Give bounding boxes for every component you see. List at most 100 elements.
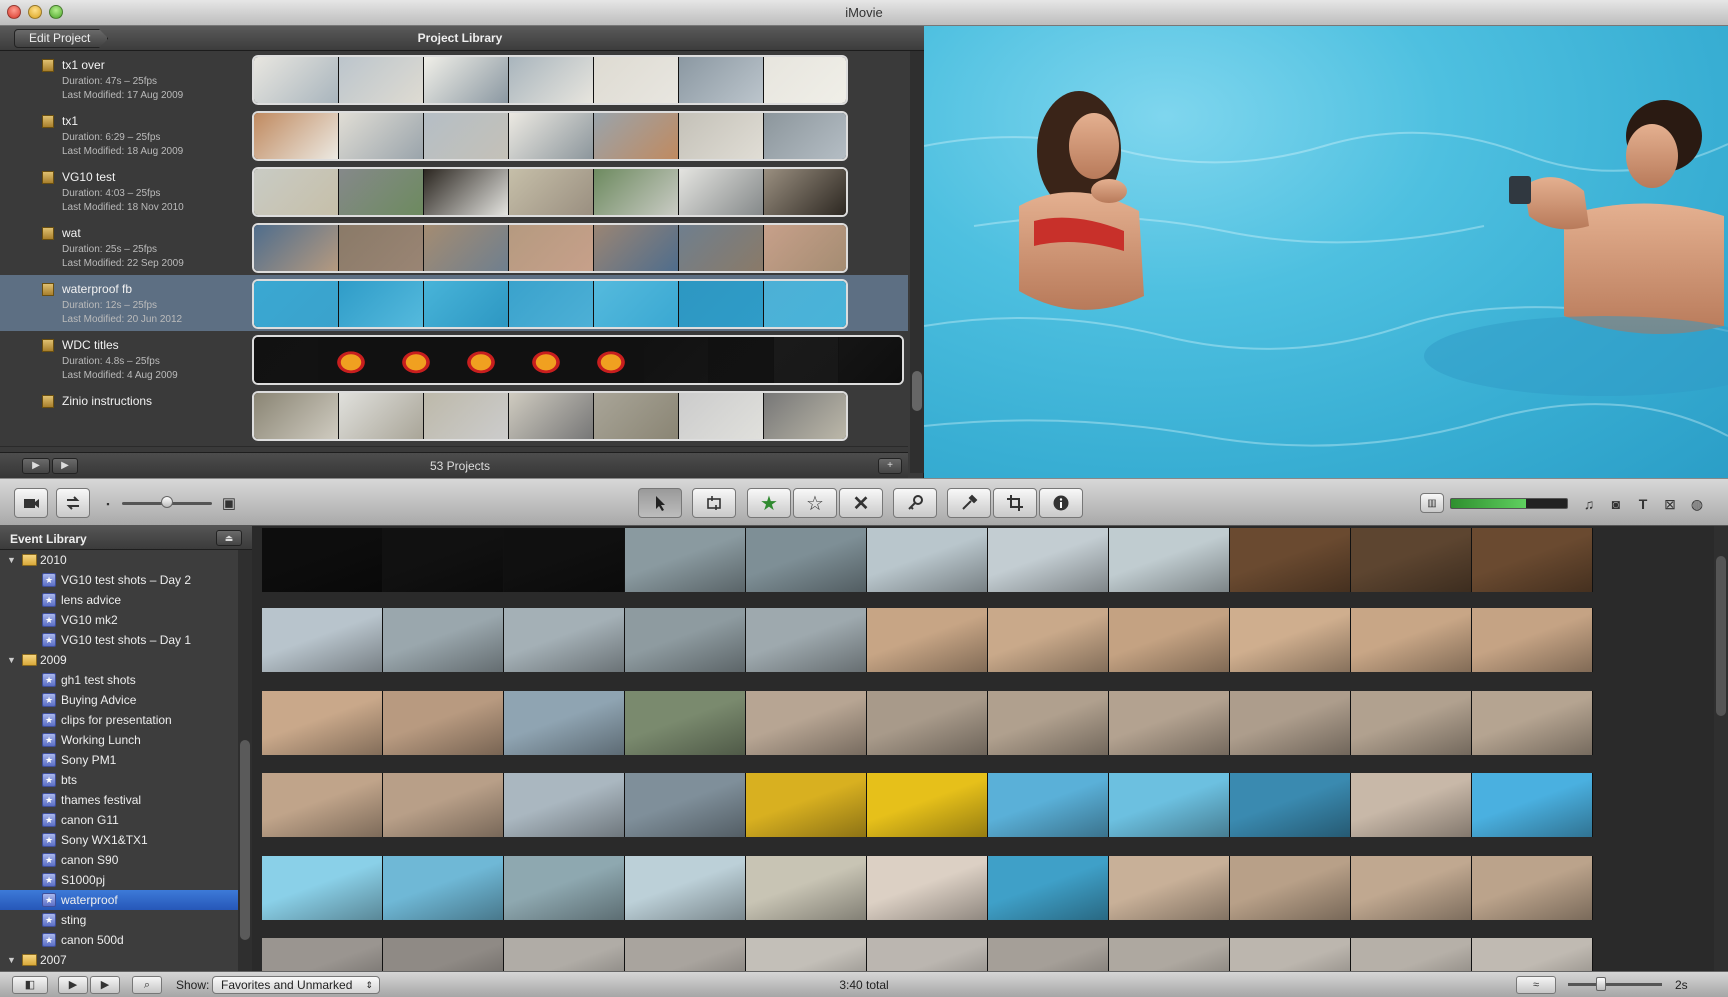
clip-frame[interactable] — [383, 528, 504, 592]
clip-frame[interactable] — [504, 938, 625, 971]
event-item[interactable]: ★ VG10 test shots – Day 2 — [0, 570, 238, 590]
clip-filmstrip-row[interactable] — [262, 528, 1593, 592]
project-filmstrip[interactable] — [252, 111, 848, 161]
clip-frame[interactable] — [262, 938, 383, 971]
clip-frame[interactable] — [1230, 938, 1351, 971]
clip-frame[interactable] — [1230, 773, 1351, 837]
event-item[interactable]: ★ waterproof — [0, 890, 238, 910]
clip-frame[interactable] — [625, 528, 746, 592]
clip-frame[interactable] — [1472, 691, 1593, 755]
clip-frame[interactable] — [1230, 856, 1351, 920]
edit-project-button[interactable]: Edit Project — [14, 29, 109, 48]
event-item[interactable]: ★ Working Lunch — [0, 730, 238, 750]
event-item[interactable]: ★ sting — [0, 910, 238, 930]
eyedropper-button[interactable] — [947, 488, 991, 518]
event-item[interactable]: ★ VG10 mk2 — [0, 610, 238, 630]
title-icon[interactable]: T — [1634, 496, 1652, 512]
clip-frame[interactable] — [746, 773, 867, 837]
event-item[interactable]: ★ bts — [0, 770, 238, 790]
event-list[interactable]: ▼ 2010 ★ VG10 test shots – Day 2 ★ lens advic… — [0, 550, 238, 971]
clip-frame[interactable] — [867, 773, 988, 837]
event-item[interactable]: ★ Sony PM1 — [0, 750, 238, 770]
map-icon[interactable]: ◍ — [1688, 496, 1706, 512]
event-item[interactable]: ★ thames festival — [0, 790, 238, 810]
clip-frame[interactable] — [746, 608, 867, 672]
clip-frame[interactable] — [383, 691, 504, 755]
clip-frame[interactable] — [746, 691, 867, 755]
clip-frame[interactable] — [988, 856, 1109, 920]
clip-frame[interactable] — [504, 691, 625, 755]
crop-button[interactable] — [993, 488, 1037, 518]
clip-frame[interactable] — [1351, 608, 1472, 672]
project-filmstrip[interactable] — [252, 335, 904, 385]
clip-frame[interactable] — [1472, 608, 1593, 672]
event-item[interactable]: ★ canon S90 — [0, 850, 238, 870]
clip-frame[interactable] — [867, 528, 988, 592]
clip-frame[interactable] — [1351, 528, 1472, 592]
clip-frame[interactable] — [1472, 773, 1593, 837]
video-viewer[interactable] — [924, 26, 1728, 478]
add-to-project-button[interactable] — [692, 488, 736, 518]
inspector-button[interactable] — [1039, 488, 1083, 518]
event-item[interactable]: ★ clips for presentation — [0, 710, 238, 730]
clip-frame[interactable] — [1472, 938, 1593, 971]
add-project-button[interactable]: + — [878, 458, 902, 474]
clip-browser-scrollbar[interactable] — [1714, 526, 1728, 971]
clip-frame[interactable] — [867, 691, 988, 755]
clip-frame[interactable] — [988, 608, 1109, 672]
project-row[interactable]: Zinio instructions — [0, 387, 908, 447]
project-filmstrip[interactable] — [252, 167, 848, 217]
scroll-thumb[interactable] — [1716, 556, 1726, 716]
project-row[interactable]: WDC titles Duration: 4.8s – 25fps Last Mod… — [0, 331, 908, 391]
unmark-button[interactable]: ☆ — [793, 488, 837, 518]
clip-frame[interactable] — [988, 773, 1109, 837]
clip-frame[interactable] — [1230, 608, 1351, 672]
project-row[interactable]: VG10 test Duration: 4:03 – 25fps Last Modi… — [0, 163, 908, 223]
clip-frame[interactable] — [867, 856, 988, 920]
event-item[interactable]: ★ canon G11 — [0, 810, 238, 830]
clip-filmstrip-row[interactable] — [262, 608, 1593, 672]
project-filmstrip[interactable] — [252, 391, 848, 441]
clip-filmstrip-row[interactable] — [262, 691, 1593, 755]
audio-meter-toggle[interactable]: ▥ — [1420, 493, 1444, 513]
clip-frame[interactable] — [383, 938, 504, 971]
event-item[interactable]: ★ VG10 test shots – Day 1 — [0, 630, 238, 650]
reject-button[interactable]: ✕ — [839, 488, 883, 518]
clip-filmstrip-row[interactable] — [262, 856, 1593, 920]
clip-frame[interactable] — [1351, 938, 1472, 971]
clip-frame[interactable] — [1109, 856, 1230, 920]
scroll-thumb[interactable] — [912, 371, 922, 411]
clip-frame[interactable] — [1230, 691, 1351, 755]
event-item[interactable]: ★ gh1 test shots — [0, 670, 238, 690]
clip-frame[interactable] — [867, 938, 988, 971]
project-row[interactable]: tx1 Duration: 6:29 – 25fps Last Modified: … — [0, 107, 908, 167]
clip-frame[interactable] — [1351, 691, 1472, 755]
clip-frame[interactable] — [1109, 773, 1230, 837]
scroll-thumb[interactable] — [240, 740, 250, 940]
event-item[interactable]: ★ canon 500d — [0, 930, 238, 950]
clip-frame[interactable] — [262, 773, 383, 837]
mark-favorite-button[interactable]: ★ — [747, 488, 791, 518]
clip-frame[interactable] — [1109, 691, 1230, 755]
photo-icon[interactable]: ◙ — [1607, 496, 1625, 512]
event-clip-browser[interactable] — [252, 526, 1728, 971]
clip-frame[interactable] — [988, 691, 1109, 755]
event-list-scrollbar[interactable] — [238, 550, 252, 971]
clip-frame[interactable] — [625, 938, 746, 971]
keyword-button[interactable] — [893, 488, 937, 518]
clip-frame[interactable] — [746, 938, 867, 971]
clip-frame[interactable] — [746, 528, 867, 592]
eject-icon[interactable]: ⏏ — [216, 530, 242, 546]
event-item[interactable]: ★ S1000pj — [0, 870, 238, 890]
project-row[interactable]: wat Duration: 25s – 25fps Last Modified: 2… — [0, 219, 908, 279]
clip-frame[interactable] — [504, 528, 625, 592]
music-icon[interactable]: ♫ — [1580, 496, 1598, 512]
clip-frame[interactable] — [746, 856, 867, 920]
clip-frame[interactable] — [504, 773, 625, 837]
event-year-row[interactable]: ▼ 2009 — [0, 650, 238, 670]
clip-frame[interactable] — [383, 608, 504, 672]
clip-frame[interactable] — [1472, 528, 1593, 592]
project-list[interactable]: tx1 over Duration: 47s – 25fps Last Modifi… — [0, 51, 908, 473]
clip-duration-knob[interactable] — [1596, 977, 1606, 991]
clip-frame[interactable] — [1109, 608, 1230, 672]
